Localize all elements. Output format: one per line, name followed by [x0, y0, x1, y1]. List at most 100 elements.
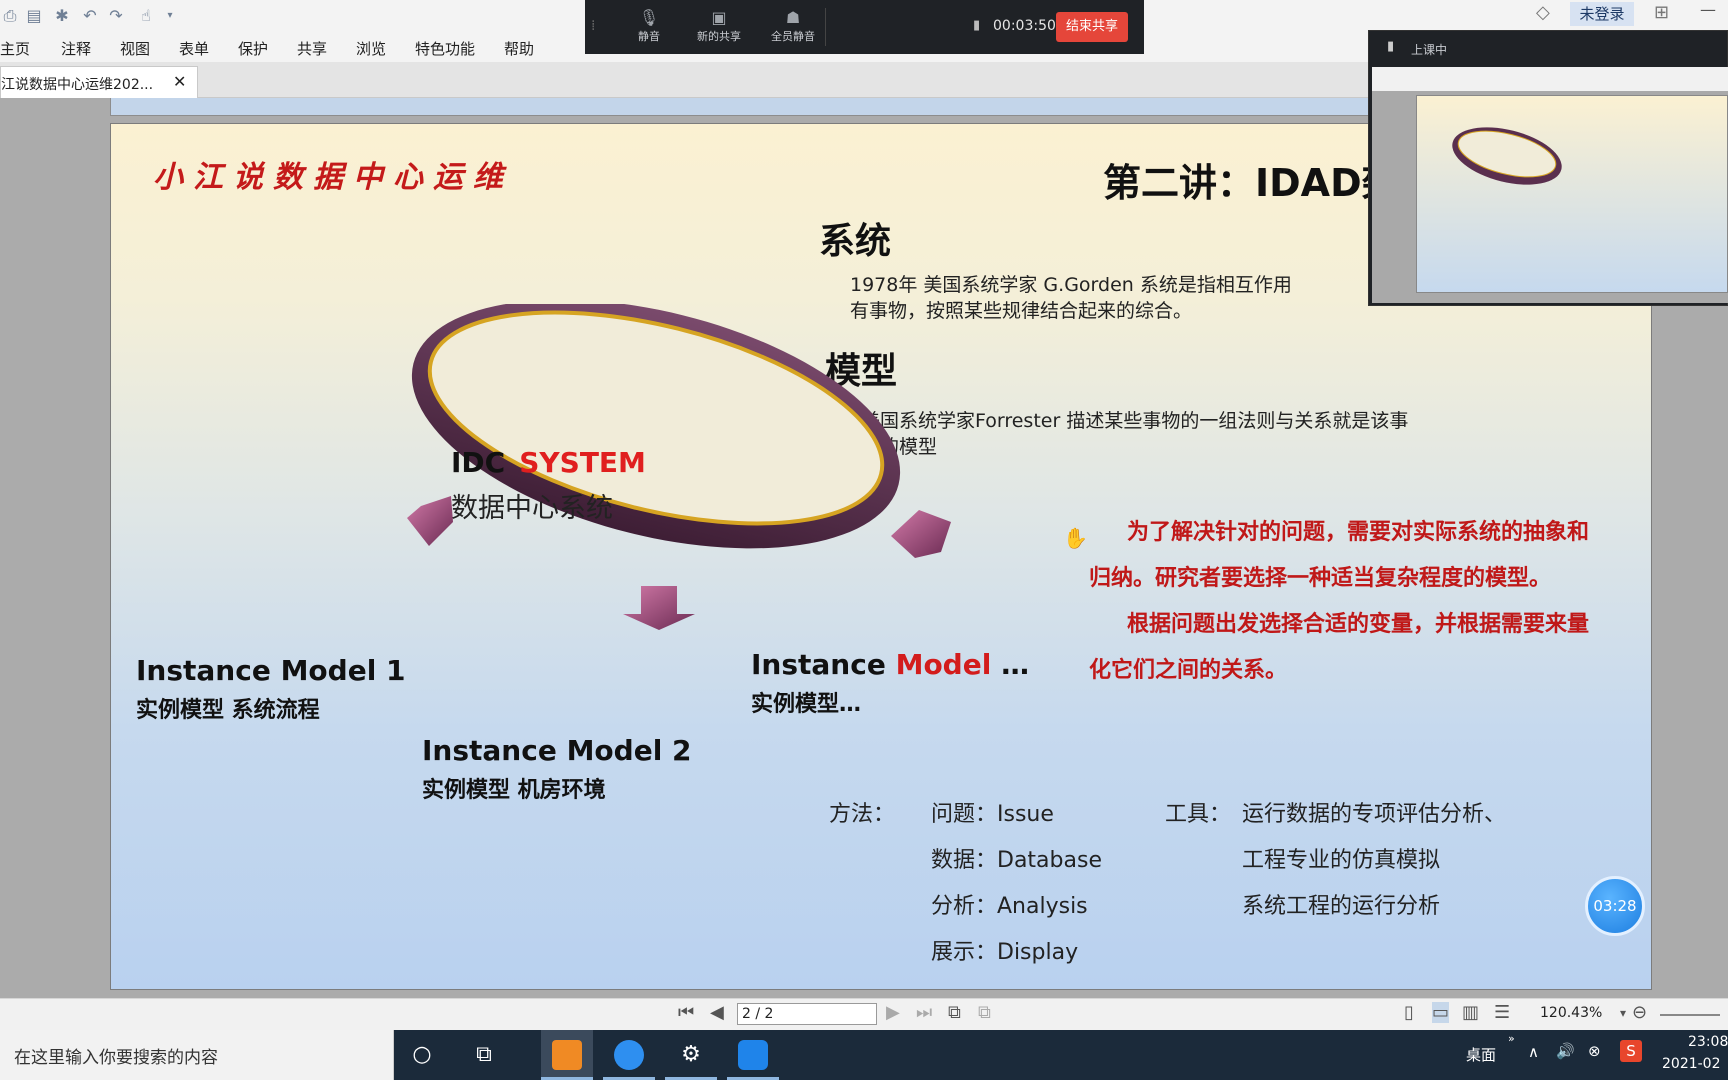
- tray-overflow-icon[interactable]: ∧: [1528, 1043, 1539, 1061]
- layout-icon[interactable]: ⊞: [1654, 2, 1669, 23]
- section-heading-system: 系统: [819, 221, 892, 262]
- toolbar-expand-icon[interactable]: »: [1508, 1032, 1515, 1045]
- first-page-icon[interactable]: ⏮: [678, 1002, 694, 1023]
- undo-icon[interactable]: ↶: [80, 6, 100, 26]
- preview-ring-icon: [1452, 127, 1562, 185]
- document-tab-label: 江说数据中心运维202...: [1, 77, 154, 93]
- instance-model-1-title: Instance Model 1: [136, 654, 406, 687]
- mute-all-label: 全员静音: [771, 30, 815, 43]
- menu-help[interactable]: 帮助: [504, 38, 534, 59]
- hand-tool-icon[interactable]: ☝: [136, 6, 156, 26]
- pdf-reader-app-icon[interactable]: [541, 1030, 593, 1080]
- login-button[interactable]: 未登录: [1570, 2, 1634, 26]
- feishu-app-icon[interactable]: [603, 1030, 655, 1080]
- share-duration: 00:03:50: [993, 18, 1056, 34]
- method-display: 展示：Display: [931, 940, 1079, 965]
- view-history-back-icon[interactable]: ⧉: [948, 1002, 961, 1023]
- arrow-model-1: [407, 496, 453, 546]
- clock-time[interactable]: 23:08: [1688, 1034, 1728, 1050]
- meeting-app-icon[interactable]: [727, 1030, 779, 1080]
- search-placeholder: 在这里输入你要搜索的内容: [14, 1048, 218, 1068]
- task-view-icon[interactable]: ⧉: [458, 1030, 510, 1080]
- new-document-icon[interactable]: ✱: [52, 6, 72, 26]
- emphasis-paragraph: 为了解决针对的问题，需要对实际系统的抽象和归纳。研究者要选择一种适当复杂程度的模…: [1089, 510, 1589, 694]
- print-preview-icon[interactable]: ▤: [24, 6, 44, 26]
- mute-button[interactable]: 🎙 静音: [627, 8, 671, 44]
- method-analysis: 分析：Analysis: [931, 894, 1088, 919]
- signal-icon: ▮: [973, 18, 981, 33]
- new-share-button[interactable]: ▣ 新的共享: [689, 8, 749, 44]
- emphasis-paragraph-2: 根据问题出发选择合适的变量，并根据需要来量化它们之间的关系。: [1089, 612, 1590, 683]
- meeting-control-bar: ⁞ 🎙 静音 ▣ 新的共享 ☗ 全员静音 ▮ 00:03:50 结束共享: [585, 0, 1144, 54]
- preview-title: 上课中: [1411, 43, 1448, 57]
- redo-icon[interactable]: ↷: [106, 6, 126, 26]
- new-share-label: 新的共享: [697, 30, 741, 43]
- menu-share[interactable]: 共享: [297, 38, 327, 59]
- last-page-icon[interactable]: ⏭: [916, 1002, 932, 1023]
- zoom-slider[interactable]: [1660, 1014, 1720, 1016]
- view-history-forward-icon[interactable]: ⧉: [978, 1002, 991, 1023]
- arrow-model-2: [623, 586, 695, 630]
- end-share-button[interactable]: 结束共享: [1056, 12, 1128, 42]
- idc-system-subtitle: 数据中心系统: [451, 493, 613, 524]
- microphone-icon: 🎙: [638, 8, 660, 27]
- input-method-icon[interactable]: S: [1620, 1040, 1642, 1062]
- participants-icon: ☗: [785, 8, 801, 27]
- emphasis-paragraph-1: 为了解决针对的问题，需要对实际系统的抽象和归纳。研究者要选择一种适当复杂程度的模…: [1089, 520, 1590, 591]
- menu-view[interactable]: 视图: [120, 38, 150, 59]
- mute-all-button[interactable]: ☗ 全员静音: [763, 8, 823, 44]
- close-icon[interactable]: ✕: [173, 72, 186, 91]
- skin-icon[interactable]: ◇: [1536, 2, 1550, 23]
- continuous-page-icon[interactable]: ▭: [1432, 1002, 1450, 1023]
- instance-model-2-title: Instance Model 2: [422, 734, 692, 767]
- network-blocked-icon[interactable]: ⊗: [1588, 1042, 1601, 1060]
- menu-annotate[interactable]: 注释: [61, 38, 91, 59]
- signal-icon: ▮: [1387, 39, 1395, 54]
- drag-handle-icon[interactable]: ⁞: [591, 18, 595, 34]
- slide-title: 第二讲：IDAD架: [1103, 161, 1400, 205]
- zoom-dropdown-icon[interactable]: ▾: [1620, 1006, 1626, 1020]
- customize-dropdown-icon[interactable]: ▾: [160, 6, 180, 26]
- arrow-model-n: [891, 510, 951, 558]
- menu-browse[interactable]: 浏览: [356, 38, 386, 59]
- ellipsis-label: …: [1001, 648, 1030, 681]
- model-label: Model: [895, 648, 992, 681]
- preview-slide: [1416, 95, 1728, 293]
- windows-taskbar: 在这里输入你要搜索的内容 ○ ⧉ ⚙ 桌面 » ∧ 🔊 ⊗ S 23:08 20…: [0, 1030, 1728, 1080]
- tool-item-1: 运行数据的专项评估分析、: [1242, 802, 1507, 827]
- cortana-icon[interactable]: ○: [396, 1030, 448, 1080]
- menu-protect[interactable]: 保护: [238, 38, 268, 59]
- brand-logo-text: 小江说数据中心运维: [153, 160, 513, 195]
- document-tab[interactable]: 江说数据中心运维202... ✕: [0, 66, 198, 98]
- next-page-icon[interactable]: ▶: [886, 1002, 900, 1023]
- instance-model-1-subtitle: 实例模型 系统流程: [136, 698, 320, 723]
- previous-page-icon[interactable]: ◀: [710, 1002, 724, 1023]
- single-page-icon[interactable]: ▯: [1404, 1002, 1414, 1023]
- preview-toolbar: [1372, 67, 1728, 91]
- continuous-facing-icon[interactable]: ☰: [1494, 1002, 1510, 1023]
- idc-system-title: IDC SYSTEM: [451, 446, 646, 479]
- idc-label: IDC: [451, 446, 506, 479]
- desktop-toolbar-label[interactable]: 桌面: [1466, 1044, 1496, 1065]
- share-preview-window[interactable]: ▮ 上课中: [1368, 30, 1728, 306]
- menu-home[interactable]: 主页: [0, 38, 30, 59]
- print-icon[interactable]: ⎙: [0, 6, 20, 26]
- system-label: SYSTEM: [519, 446, 646, 479]
- volume-icon[interactable]: 🔊: [1556, 1042, 1575, 1060]
- clock-date[interactable]: 2021-02: [1662, 1056, 1721, 1072]
- countdown-timer[interactable]: 03:28: [1585, 876, 1645, 936]
- minimize-icon[interactable]: —: [1700, 0, 1716, 19]
- menu-features[interactable]: 特色功能: [415, 38, 475, 59]
- zoom-out-icon[interactable]: ⊖: [1632, 1002, 1647, 1023]
- tool-item-2: 工程专业的仿真模拟: [1242, 848, 1441, 873]
- status-bar: ⏮ ◀ 2 / 2 ▶ ⏭ ⧉ ⧉ ▯ ▭ ▥ ☰ 120.43% ▾ ⊖: [0, 998, 1728, 1030]
- preview-thumbnail: [1372, 67, 1728, 303]
- zoom-level[interactable]: 120.43%: [1540, 1005, 1602, 1021]
- page-number-field[interactable]: 2 / 2: [737, 1003, 877, 1025]
- taskbar-search[interactable]: 在这里输入你要搜索的内容: [0, 1030, 394, 1080]
- settings-gear-icon[interactable]: ⚙: [665, 1030, 717, 1080]
- hand-cursor-icon: ✋: [1063, 526, 1088, 550]
- facing-pages-icon[interactable]: ▥: [1462, 1002, 1479, 1023]
- menu-form[interactable]: 表单: [179, 38, 209, 59]
- instance-model-2-subtitle: 实例模型 机房环境: [422, 778, 606, 803]
